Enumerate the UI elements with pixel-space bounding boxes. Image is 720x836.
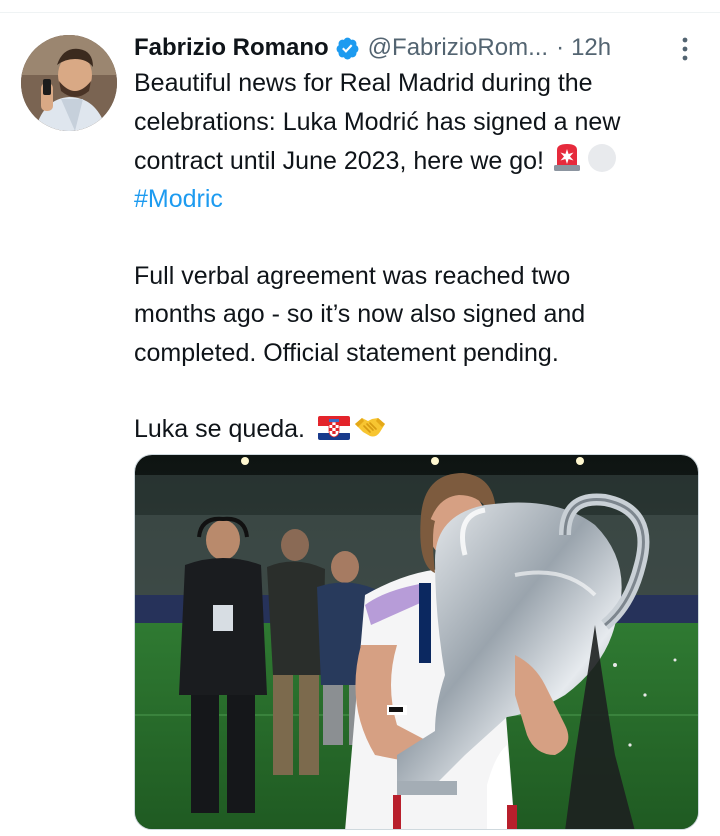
- verified-badge-icon: [335, 36, 360, 61]
- white-circle-icon: [587, 143, 617, 173]
- hashtag-link[interactable]: #Modric: [134, 180, 699, 219]
- croatia-flag-icon: [317, 413, 350, 440]
- tweet-text-line: Luka se queda.: [134, 410, 699, 449]
- tweet-text-segment: Luka se queda.: [134, 415, 305, 443]
- author-name[interactable]: Fabrizio Romano: [134, 34, 329, 62]
- tweet-text-line: Full verbal agreement was reached two: [134, 261, 571, 290]
- handshake-icon: [354, 412, 386, 442]
- avatar[interactable]: [21, 35, 117, 131]
- tweet-text-line: Beautiful news for Real Madrid during th…: [134, 69, 593, 97]
- separator-dot: ·: [556, 34, 565, 61]
- tweet-text-segment: contract until June 2023, here we go!: [134, 147, 544, 175]
- tweet[interactable]: Fabrizio Romano @FabrizioRom... · 12h Be…: [0, 13, 720, 836]
- tweet-header: Fabrizio Romano @FabrizioRom... · 12h: [134, 33, 699, 63]
- more-options-icon[interactable]: [677, 35, 693, 63]
- author-handle[interactable]: @FabrizioRom...: [368, 34, 548, 62]
- rotating-light-icon: [551, 141, 583, 173]
- top-divider: [0, 0, 720, 13]
- tweet-text-line: completed. Official statement pending.: [134, 338, 559, 367]
- tweet-photo[interactable]: [134, 454, 699, 830]
- tweet-timestamp[interactable]: 12h: [571, 34, 611, 62]
- tweet-text-line: celebrations: Luka Modrić has signed a n…: [134, 107, 621, 136]
- tweet-text-line: contract until June 2023, here we go!: [134, 141, 699, 181]
- tweet-text-line: months ago - so it’s now also signed and: [134, 300, 586, 328]
